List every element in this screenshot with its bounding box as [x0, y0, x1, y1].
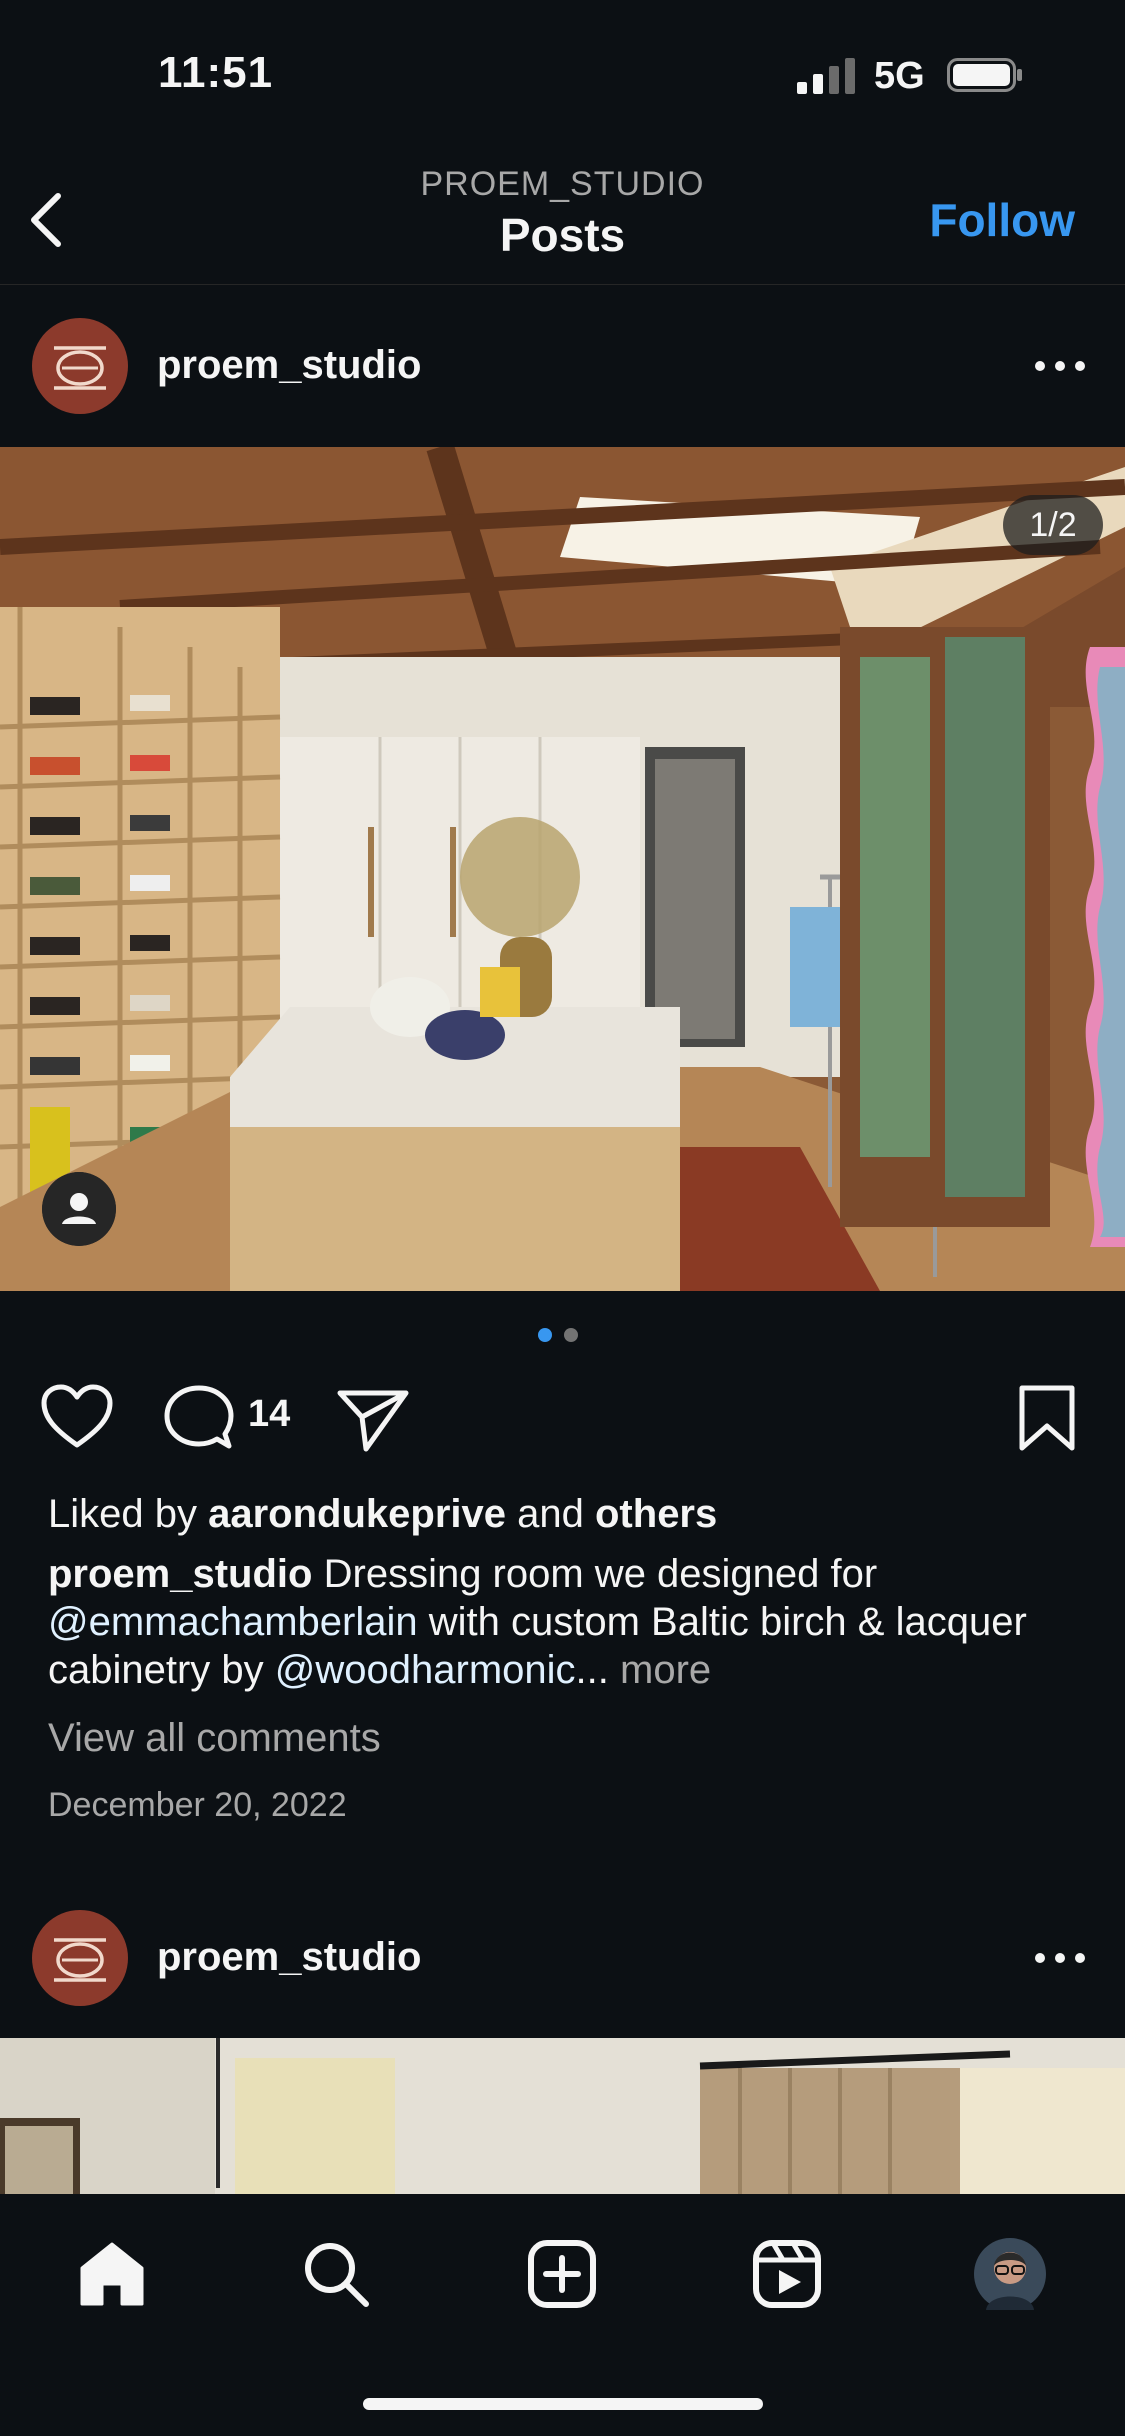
image-counter: 1/2 [1003, 495, 1103, 555]
view-comments-link[interactable]: View all comments [48, 1714, 1088, 1762]
reels-icon[interactable] [751, 2238, 823, 2310]
post-photo[interactable] [0, 447, 1125, 1291]
liked-others[interactable]: others [595, 1492, 717, 1536]
mention-link[interactable]: @emmachamberlain [48, 1600, 418, 1644]
caption-text-1: Dressing room we designed for [323, 1552, 878, 1596]
liked-and: and [517, 1492, 584, 1536]
nav-divider [0, 284, 1125, 285]
caption-username[interactable]: proem_studio [48, 1552, 312, 1596]
create-icon[interactable] [526, 2238, 598, 2310]
post-username[interactable]: proem_studio [157, 343, 421, 388]
carousel-dot [564, 1328, 578, 1342]
search-icon[interactable] [300, 2238, 372, 2310]
liked-user[interactable]: aarondukeprive [208, 1492, 506, 1536]
heart-icon[interactable] [40, 1383, 114, 1451]
comment-count: 14 [248, 1393, 291, 1435]
status-time: 11:51 [158, 48, 274, 97]
bookmark-icon[interactable] [1018, 1384, 1076, 1452]
post-username[interactable]: proem_studio [157, 1935, 421, 1980]
carousel-dots [538, 1328, 590, 1347]
studio-logo-icon [54, 1938, 106, 1982]
room-photo [0, 2038, 1125, 2198]
battery-icon [947, 58, 1022, 92]
home-icon[interactable] [76, 2238, 148, 2310]
likes-line: Liked by aarondukeprive and others [48, 1490, 1088, 1538]
post-avatar[interactable] [32, 318, 128, 414]
post-photo[interactable] [0, 2038, 1125, 2198]
liked-prefix: Liked by [48, 1492, 197, 1536]
post-date: December 20, 2022 [48, 1786, 347, 1824]
share-icon[interactable] [336, 1387, 410, 1453]
follow-button[interactable]: Follow [929, 193, 1075, 247]
mention-link[interactable]: @woodharmonic [275, 1648, 576, 1692]
ellipsis-icon[interactable] [1030, 356, 1090, 376]
comment-icon[interactable] [163, 1384, 235, 1454]
carousel-dot-active [538, 1328, 552, 1342]
caption-ellipsis: ... [575, 1648, 609, 1692]
dressing-room-photo [0, 447, 1125, 1291]
studio-logo-icon [54, 346, 106, 390]
signal-icon [797, 58, 857, 94]
more-link[interactable]: more [620, 1648, 711, 1692]
home-indicator [363, 2398, 763, 2410]
network-label: 5G [874, 55, 925, 97]
user-tag-icon[interactable] [42, 1172, 116, 1246]
post-avatar[interactable] [32, 1910, 128, 2006]
ellipsis-icon[interactable] [1030, 1948, 1090, 1968]
caption: proem_studio Dressing room we designed f… [48, 1550, 1088, 1694]
profile-avatar[interactable] [974, 2238, 1046, 2310]
